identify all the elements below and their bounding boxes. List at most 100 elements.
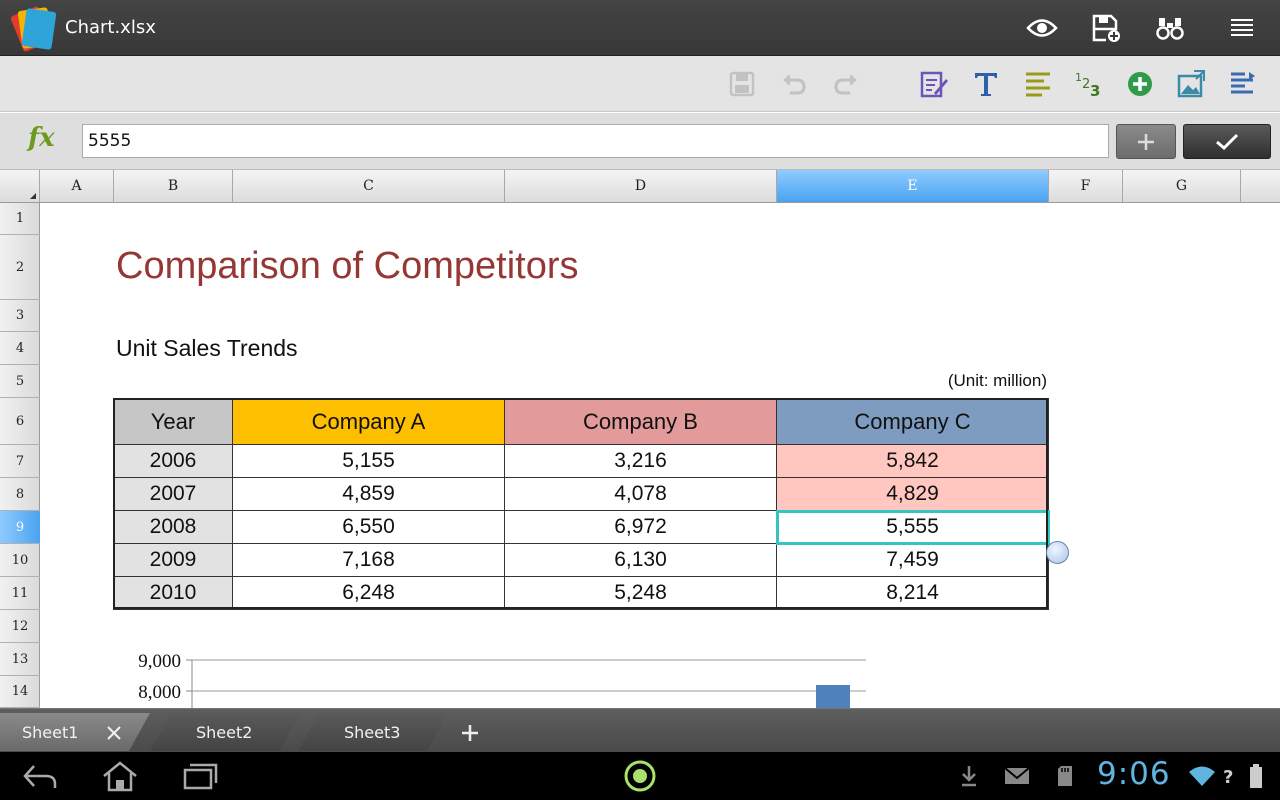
add-sheet-button[interactable] [450,717,490,749]
table-header-cell[interactable]: Year [113,398,233,445]
table-cell[interactable]: 2010 [113,576,233,610]
table-cell[interactable]: 2008 [113,510,233,544]
table-cell[interactable]: 6,972 [504,510,777,544]
table-cell[interactable]: 2006 [113,444,233,478]
binoculars-icon[interactable] [1152,10,1188,46]
table-row: 2007 4,859 4,078 4,829 [113,477,1049,511]
sheet-tab-label: Sheet1 [22,722,79,742]
y-tick-label: 9,000 [138,651,181,672]
table-cell[interactable]: 5,248 [504,576,777,610]
eye-icon[interactable] [1024,10,1060,46]
table-cell[interactable]: 3,216 [504,444,777,478]
selection-handle[interactable] [1046,541,1069,564]
table-format-icon[interactable] [1224,66,1260,102]
check-icon [1216,133,1239,150]
table-cell[interactable]: 4,859 [232,477,505,511]
table-cell[interactable]: 7,168 [232,543,505,577]
sheet-tab-bar: Sheet3 Sheet2 Sheet1 [0,708,1280,752]
select-all-corner[interactable] [0,170,40,202]
table-cell[interactable]: 8,214 [776,576,1049,610]
table-cell[interactable]: 2007 [113,477,233,511]
plus-icon [462,725,478,741]
sheet-title[interactable]: Comparison of Competitors [116,245,579,288]
row-header[interactable]: 6 [0,398,40,445]
save-as-icon[interactable] [1088,10,1124,46]
sheet-grid[interactable]: Comparison of Competitors Unit Sales Tre… [40,203,1280,708]
sheet-tab-3[interactable]: Sheet3 [298,713,448,751]
sheet-tab-1-active[interactable]: Sheet1 [0,713,150,751]
unit-note[interactable]: (Unit: million) [920,371,1047,391]
row-header[interactable]: 7 [0,445,40,478]
back-icon[interactable] [20,758,60,794]
home-icon[interactable] [98,758,142,794]
text-format-icon[interactable] [968,66,1004,102]
row-header[interactable]: 13 [0,643,40,676]
recent-apps-icon[interactable] [178,758,222,794]
table-row: 2008 6,550 6,972 5,555 [113,509,1050,545]
row-headers: 1 2 3 4 5 6 7 8 9 10 11 12 13 14 [0,203,40,708]
active-cell[interactable]: 5,555 [775,509,1050,545]
insert-icon[interactable] [1122,66,1158,102]
column-header-e[interactable]: E [777,170,1049,202]
row-header[interactable]: 14 [0,676,40,708]
chart-bar [816,685,850,708]
table-cell[interactable]: 4,829 [776,477,1049,511]
close-icon[interactable] [106,725,122,741]
row-header[interactable]: 11 [0,577,40,610]
row-header[interactable]: 4 [0,332,40,365]
row-header-selected[interactable]: 9 [0,511,40,544]
table-row: 2010 6,248 5,248 8,214 [113,576,1049,610]
table-cell[interactable]: 6,248 [232,576,505,610]
row-header[interactable]: 2 [0,235,40,300]
sheet-tab-2[interactable]: Sheet2 [150,713,300,751]
table-header-cell[interactable]: Company A [232,398,505,445]
save-icon [724,66,760,102]
column-header-c[interactable]: C [233,170,505,202]
table-cell[interactable]: 7,459 [776,543,1049,577]
column-header-b[interactable]: B [114,170,233,202]
app-logo-icon[interactable] [8,5,60,53]
clock: 9:06 [1097,756,1171,792]
table-cell[interactable]: 5,155 [232,444,505,478]
row-header[interactable]: 12 [0,610,40,643]
file-title: Chart.xlsx [65,17,156,38]
table-row: 2006 5,155 3,216 5,842 [113,444,1049,478]
sheet-tab-label: Sheet3 [344,722,401,742]
image-icon[interactable] [1173,66,1209,102]
table-cell[interactable]: 5,842 [776,444,1049,478]
column-header-g[interactable]: G [1123,170,1241,202]
row-header[interactable]: 10 [0,544,40,577]
edit-document-icon[interactable] [916,66,952,102]
number-format-icon[interactable]: 123 [1070,66,1106,102]
title-bar: Chart.xlsx [0,0,1280,56]
sheet-subtitle[interactable]: Unit Sales Trends [116,335,298,362]
align-icon[interactable] [1020,66,1056,102]
row-header[interactable]: 8 [0,478,40,511]
data-table: Year Company A Company B Company C 2006 … [113,398,1050,610]
table-cell[interactable]: 6,550 [232,510,505,544]
column-header-a[interactable]: A [40,170,114,202]
formula-input[interactable] [82,124,1109,158]
table-header-cell[interactable]: Company B [504,398,777,445]
embedded-chart[interactable]: 9,000 8,000 [120,643,920,708]
mail-icon [1002,758,1032,794]
column-header-f[interactable]: F [1049,170,1123,202]
signal-unknown-icon: ? [1220,758,1238,794]
row-header[interactable]: 1 [0,203,40,235]
table-cell[interactable]: 2009 [113,543,233,577]
column-headers: A B C D E F G [0,170,1280,203]
menu-icon[interactable] [1224,10,1260,46]
formula-confirm-button[interactable] [1183,124,1271,159]
row-header[interactable]: 3 [0,300,40,332]
table-row: 2009 7,168 6,130 7,459 [113,543,1049,577]
center-dot-icon[interactable] [620,758,660,794]
table-header-cell[interactable]: Company C [776,398,1049,445]
fx-label: fx [28,123,55,153]
formula-insert-button[interactable] [1116,124,1176,159]
table-cell[interactable]: 6,130 [504,543,777,577]
column-header-d[interactable]: D [505,170,777,202]
row-header[interactable]: 5 [0,365,40,398]
sheet-tab-label: Sheet2 [196,722,253,742]
table-cell[interactable]: 4,078 [504,477,777,511]
battery-icon [1246,758,1266,794]
